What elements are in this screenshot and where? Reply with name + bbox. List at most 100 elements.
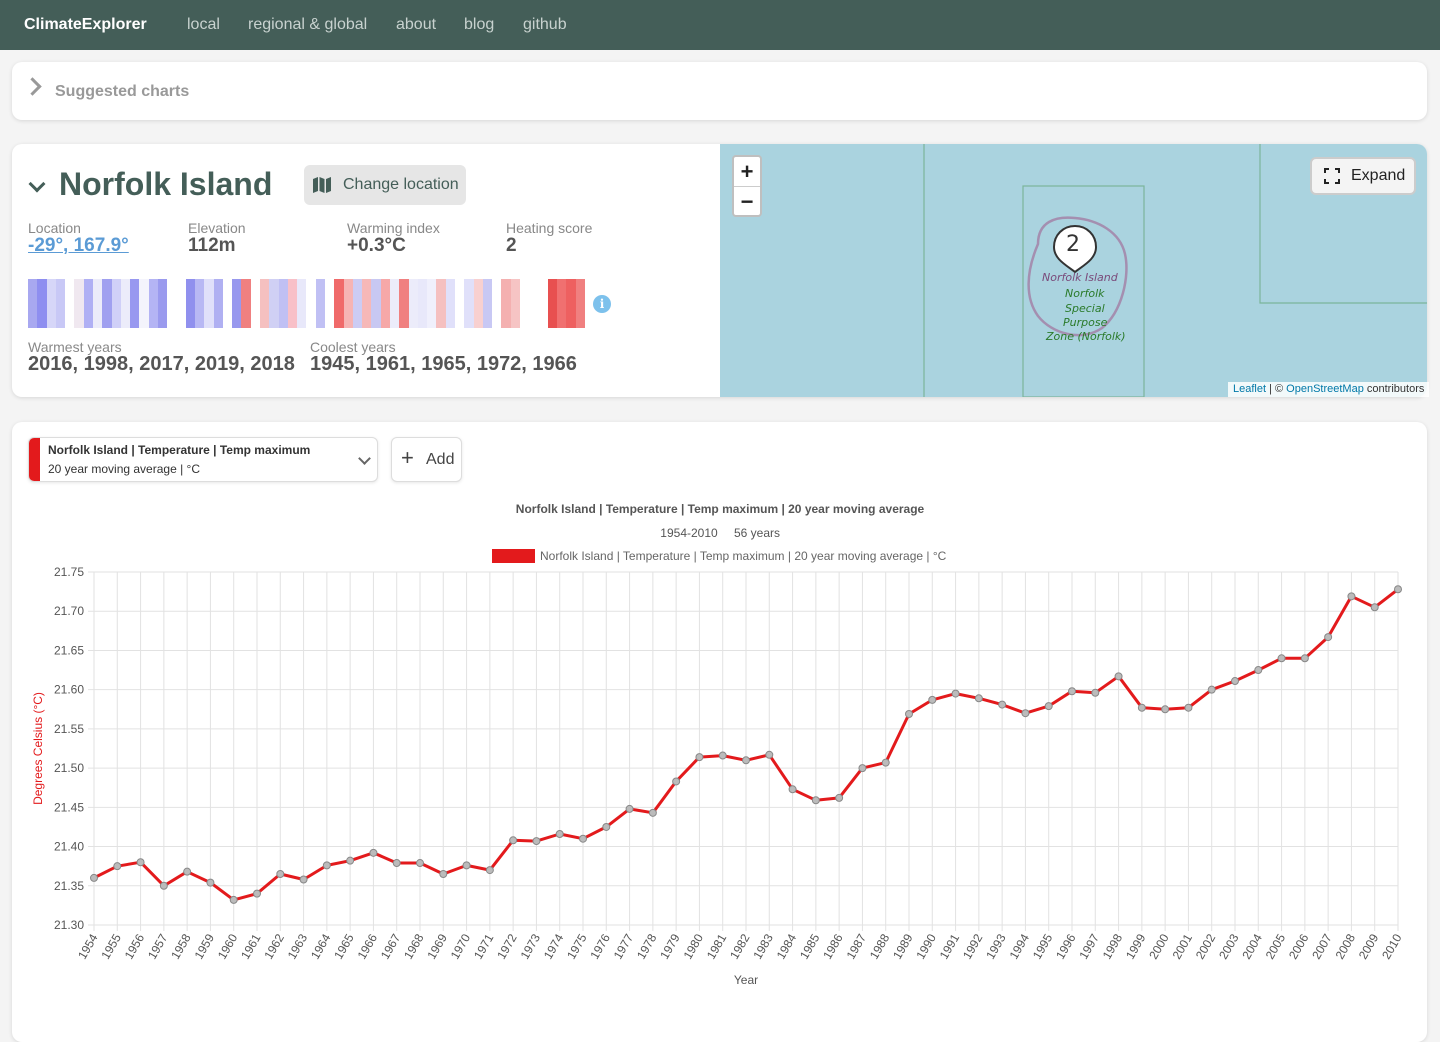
warming-stripe [297, 279, 307, 328]
data-point [742, 756, 750, 765]
nav-link-local[interactable]: local [187, 16, 220, 34]
data-point [1324, 633, 1333, 642]
x-tick-label: 1992 [960, 931, 986, 961]
x-tick-label: 1969 [424, 931, 450, 961]
data-point [951, 689, 960, 698]
warming-stripe [445, 279, 455, 328]
warming-stripe [547, 279, 558, 328]
data-point [718, 751, 727, 760]
x-tick-label: 2002 [1193, 931, 1219, 961]
data-point [1370, 603, 1379, 612]
add-label: Add [426, 451, 455, 468]
x-tick-label: 2007 [1309, 931, 1335, 961]
warming-stripe [529, 279, 539, 328]
warming-stripe [83, 279, 93, 328]
leaflet-link[interactable]: Leaflet [1233, 383, 1266, 395]
x-tick-label: 1981 [704, 931, 730, 961]
location-coords-link[interactable]: -29°, 167.9° [28, 235, 129, 257]
x-tick-label: 1973 [518, 931, 544, 961]
warming-stripe [167, 279, 177, 328]
map-label-zone-3: Purpose [1063, 316, 1108, 329]
x-tick-label: 1978 [634, 931, 660, 961]
series-subtitle: 20 year moving average | °C [48, 462, 200, 476]
data-point [1394, 585, 1402, 594]
warming-stripe [37, 279, 47, 328]
x-tick-label: 1957 [145, 931, 171, 961]
warming-stripe [492, 279, 502, 328]
suggested-charts-panel[interactable] [12, 62, 1427, 120]
zoom-in-button[interactable]: + [734, 157, 760, 187]
data-point [485, 866, 494, 875]
brand-logo[interactable]: ClimateExplorer [24, 16, 147, 34]
data-point [602, 822, 611, 831]
elevation-value: 112m [188, 235, 236, 256]
warming-stripe [28, 279, 38, 328]
warming-stripe [176, 279, 186, 328]
warming-stripe [325, 279, 335, 328]
nav-link-blog[interactable]: blog [464, 16, 494, 34]
heating-score-label: Heating score [506, 220, 593, 236]
x-tick-label: 1979 [657, 931, 683, 961]
warming-stripe [380, 279, 390, 328]
warming-stripe [501, 279, 511, 328]
warming-stripe [204, 279, 214, 328]
warming-stripe [241, 279, 251, 328]
coolest-years-value: 1945, 1961, 1965, 1972, 1966 [310, 353, 577, 375]
nav-link-regional-global[interactable]: regional & global [248, 16, 367, 34]
x-tick-label: 1974 [541, 931, 567, 961]
chevron-down-icon[interactable] [358, 452, 371, 465]
map-label-island: Norfolk Island [1042, 271, 1118, 284]
y-tick-label: 21.35 [54, 879, 84, 893]
x-tick-label: 1959 [192, 931, 218, 961]
warming-stripe [315, 279, 325, 328]
expand-icon [1324, 168, 1340, 184]
x-tick-label: 1965 [331, 931, 357, 961]
warming-stripe [427, 279, 437, 328]
warming-stripe [74, 279, 84, 328]
location-coords-label: Location [28, 220, 81, 236]
x-tick-label: 1960 [215, 931, 241, 961]
warming-stripe [454, 279, 465, 328]
x-tick-label: 1991 [937, 931, 963, 961]
x-tick-label: 1996 [1053, 931, 1079, 961]
nav-link-about[interactable]: about [396, 16, 436, 34]
series-selector[interactable]: Norfolk Island | Temperature | Temp maxi… [28, 437, 378, 482]
suggested-charts-label[interactable]: Suggested charts [55, 83, 189, 101]
attribution-tail: contributors [1363, 383, 1425, 395]
x-tick-label: 1982 [727, 931, 753, 961]
x-tick-label: 1963 [285, 931, 311, 961]
x-tick-label: 1989 [890, 931, 916, 961]
elevation-label: Elevation [188, 220, 246, 236]
nav-link-github[interactable]: github [523, 16, 567, 34]
y-tick-label: 21.30 [54, 918, 84, 932]
x-tick-label: 1985 [797, 931, 823, 961]
cluster-count[interactable]: 2 [1066, 232, 1080, 257]
x-tick-label: 1997 [1076, 931, 1102, 961]
change-location-button[interactable]: Change location [304, 165, 466, 205]
data-point [695, 753, 704, 762]
openstreetmap-link[interactable]: OpenStreetMap [1286, 383, 1364, 395]
map-label-zone-1: Norfolk [1065, 287, 1105, 300]
x-tick-label: 1986 [820, 931, 846, 961]
info-icon[interactable]: i [593, 295, 611, 313]
warming-stripe [538, 279, 548, 328]
chart-title: Norfolk Island | Temperature | Temp maxi… [516, 502, 925, 516]
warming-stripe [278, 279, 288, 328]
data-point [974, 694, 983, 703]
y-tick-label: 21.65 [54, 643, 84, 657]
data-point [1091, 688, 1100, 697]
data-point [276, 870, 285, 879]
warming-stripe [195, 279, 205, 328]
expand-label: Expand [1351, 167, 1406, 184]
data-point [1021, 709, 1030, 718]
expand-map-button[interactable]: Expand [1310, 157, 1416, 195]
data-point [229, 895, 238, 904]
y-tick-label: 21.60 [54, 683, 84, 697]
map-zoom-control: + − [732, 155, 762, 217]
warming-stripe [464, 279, 474, 328]
data-point [579, 834, 587, 843]
location-title: Norfolk Island [59, 166, 273, 202]
x-tick-label: 1998 [1100, 931, 1126, 961]
add-series-button[interactable]: + Add [391, 437, 462, 482]
zoom-out-button[interactable]: − [734, 187, 760, 216]
